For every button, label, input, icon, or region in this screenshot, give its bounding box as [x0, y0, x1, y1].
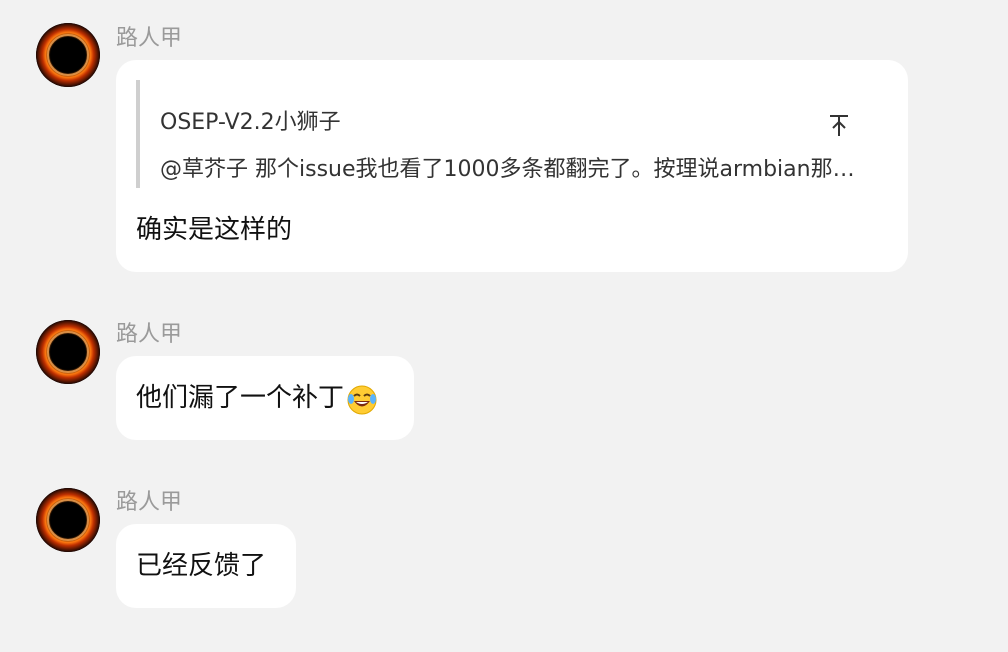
avatar-ring-icon [36, 320, 100, 384]
sender-name: 路人甲 [116, 26, 183, 51]
message-bubble[interactable]: 已经反馈了 [116, 524, 296, 608]
quote-sender: OSEP-V2.2小狮子 [160, 110, 341, 135]
message-text: 已经反馈了 [136, 551, 267, 581]
avatar[interactable] [36, 488, 100, 552]
quote-text: @草芥子 那个issue我也看了1000多条都翻完了。按理说armbian那边已… [160, 157, 866, 182]
message-text: 他们漏了一个补丁 [136, 383, 345, 413]
avatar-ring-icon [36, 23, 100, 87]
sender-name: 路人甲 [116, 490, 183, 515]
avatar[interactable] [36, 23, 100, 87]
chat-message-list: 路人甲 OSEP-V2.2小狮子 @草芥子 那个issue我也看了1000多条都… [0, 0, 1008, 652]
sender-name: 路人甲 [116, 322, 183, 347]
quoted-message[interactable]: OSEP-V2.2小狮子 @草芥子 那个issue我也看了1000多条都翻完了。… [136, 80, 892, 188]
message-bubble[interactable]: 他们漏了一个补丁 [116, 356, 414, 440]
message-bubble[interactable]: OSEP-V2.2小狮子 @草芥子 那个issue我也看了1000多条都翻完了。… [116, 60, 908, 272]
face-with-tears-of-joy-icon [346, 384, 378, 420]
message-text: 确实是这样的 [136, 215, 293, 245]
arrow-up-to-top-icon[interactable] [826, 112, 852, 138]
avatar-ring-icon [36, 488, 100, 552]
avatar[interactable] [36, 320, 100, 384]
